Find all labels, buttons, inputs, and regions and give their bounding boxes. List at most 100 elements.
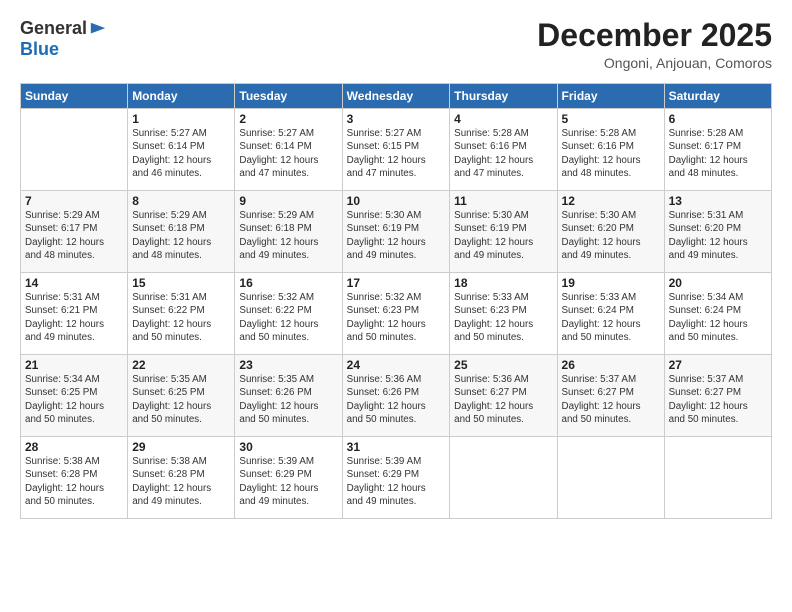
weekday-header-tuesday: Tuesday — [235, 84, 342, 109]
calendar-cell: 14Sunrise: 5:31 AM Sunset: 6:21 PM Dayli… — [21, 273, 128, 355]
day-number: 17 — [347, 276, 446, 290]
logo: General Blue — [20, 18, 107, 60]
calendar-week-row: 21Sunrise: 5:34 AM Sunset: 6:25 PM Dayli… — [21, 355, 772, 437]
day-number: 13 — [669, 194, 767, 208]
calendar-cell: 17Sunrise: 5:32 AM Sunset: 6:23 PM Dayli… — [342, 273, 450, 355]
day-number: 3 — [347, 112, 446, 126]
day-info: Sunrise: 5:39 AM Sunset: 6:29 PM Dayligh… — [239, 455, 337, 508]
day-info: Sunrise: 5:30 AM Sunset: 6:19 PM Dayligh… — [454, 209, 552, 262]
weekday-header-sunday: Sunday — [21, 84, 128, 109]
day-number: 6 — [669, 112, 767, 126]
day-number: 31 — [347, 440, 446, 454]
calendar-week-row: 7Sunrise: 5:29 AM Sunset: 6:17 PM Daylig… — [21, 191, 772, 273]
day-info: Sunrise: 5:28 AM Sunset: 6:16 PM Dayligh… — [562, 127, 660, 180]
calendar-cell: 18Sunrise: 5:33 AM Sunset: 6:23 PM Dayli… — [450, 273, 557, 355]
day-number: 2 — [239, 112, 337, 126]
day-info: Sunrise: 5:39 AM Sunset: 6:29 PM Dayligh… — [347, 455, 446, 508]
day-number: 12 — [562, 194, 660, 208]
calendar-week-row: 14Sunrise: 5:31 AM Sunset: 6:21 PM Dayli… — [21, 273, 772, 355]
calendar-header: SundayMondayTuesdayWednesdayThursdayFrid… — [21, 84, 772, 109]
calendar-table: SundayMondayTuesdayWednesdayThursdayFrid… — [20, 83, 772, 519]
day-info: Sunrise: 5:33 AM Sunset: 6:23 PM Dayligh… — [454, 291, 552, 344]
calendar-cell: 24Sunrise: 5:36 AM Sunset: 6:26 PM Dayli… — [342, 355, 450, 437]
day-number: 5 — [562, 112, 660, 126]
calendar-cell: 25Sunrise: 5:36 AM Sunset: 6:27 PM Dayli… — [450, 355, 557, 437]
day-number: 18 — [454, 276, 552, 290]
logo-blue: Blue — [20, 39, 59, 59]
day-number: 22 — [132, 358, 230, 372]
month-title: December 2025 — [537, 18, 772, 53]
calendar-cell: 6Sunrise: 5:28 AM Sunset: 6:17 PM Daylig… — [664, 109, 771, 191]
day-info: Sunrise: 5:27 AM Sunset: 6:15 PM Dayligh… — [347, 127, 446, 180]
day-number: 16 — [239, 276, 337, 290]
day-info: Sunrise: 5:29 AM Sunset: 6:18 PM Dayligh… — [132, 209, 230, 262]
day-info: Sunrise: 5:31 AM Sunset: 6:20 PM Dayligh… — [669, 209, 767, 262]
day-info: Sunrise: 5:29 AM Sunset: 6:17 PM Dayligh… — [25, 209, 123, 262]
weekday-header-thursday: Thursday — [450, 84, 557, 109]
day-info: Sunrise: 5:32 AM Sunset: 6:22 PM Dayligh… — [239, 291, 337, 344]
weekday-header-monday: Monday — [128, 84, 235, 109]
day-info: Sunrise: 5:36 AM Sunset: 6:26 PM Dayligh… — [347, 373, 446, 426]
weekday-header-saturday: Saturday — [664, 84, 771, 109]
day-info: Sunrise: 5:38 AM Sunset: 6:28 PM Dayligh… — [132, 455, 230, 508]
day-info: Sunrise: 5:31 AM Sunset: 6:22 PM Dayligh… — [132, 291, 230, 344]
day-number: 21 — [25, 358, 123, 372]
day-info: Sunrise: 5:35 AM Sunset: 6:25 PM Dayligh… — [132, 373, 230, 426]
calendar-cell: 28Sunrise: 5:38 AM Sunset: 6:28 PM Dayli… — [21, 437, 128, 519]
calendar-cell: 22Sunrise: 5:35 AM Sunset: 6:25 PM Dayli… — [128, 355, 235, 437]
day-number: 7 — [25, 194, 123, 208]
day-info: Sunrise: 5:34 AM Sunset: 6:25 PM Dayligh… — [25, 373, 123, 426]
day-number: 4 — [454, 112, 552, 126]
calendar-cell: 16Sunrise: 5:32 AM Sunset: 6:22 PM Dayli… — [235, 273, 342, 355]
day-info: Sunrise: 5:32 AM Sunset: 6:23 PM Dayligh… — [347, 291, 446, 344]
calendar-cell: 29Sunrise: 5:38 AM Sunset: 6:28 PM Dayli… — [128, 437, 235, 519]
day-number: 1 — [132, 112, 230, 126]
calendar-week-row: 28Sunrise: 5:38 AM Sunset: 6:28 PM Dayli… — [21, 437, 772, 519]
day-number: 25 — [454, 358, 552, 372]
page: General Blue December 2025 Ongoni, Anjou… — [0, 0, 792, 612]
weekday-header-wednesday: Wednesday — [342, 84, 450, 109]
calendar-cell: 2Sunrise: 5:27 AM Sunset: 6:14 PM Daylig… — [235, 109, 342, 191]
title-block: December 2025 Ongoni, Anjouan, Comoros — [537, 18, 772, 71]
day-number: 20 — [669, 276, 767, 290]
day-info: Sunrise: 5:30 AM Sunset: 6:19 PM Dayligh… — [347, 209, 446, 262]
location-subtitle: Ongoni, Anjouan, Comoros — [537, 55, 772, 71]
day-number: 14 — [25, 276, 123, 290]
calendar-week-row: 1Sunrise: 5:27 AM Sunset: 6:14 PM Daylig… — [21, 109, 772, 191]
calendar-cell: 15Sunrise: 5:31 AM Sunset: 6:22 PM Dayli… — [128, 273, 235, 355]
calendar-cell: 9Sunrise: 5:29 AM Sunset: 6:18 PM Daylig… — [235, 191, 342, 273]
weekday-header-friday: Friday — [557, 84, 664, 109]
day-number: 27 — [669, 358, 767, 372]
calendar-cell: 13Sunrise: 5:31 AM Sunset: 6:20 PM Dayli… — [664, 191, 771, 273]
day-info: Sunrise: 5:36 AM Sunset: 6:27 PM Dayligh… — [454, 373, 552, 426]
day-number: 30 — [239, 440, 337, 454]
day-number: 29 — [132, 440, 230, 454]
day-number: 24 — [347, 358, 446, 372]
weekday-header-row: SundayMondayTuesdayWednesdayThursdayFrid… — [21, 84, 772, 109]
calendar-cell — [664, 437, 771, 519]
calendar-cell: 19Sunrise: 5:33 AM Sunset: 6:24 PM Dayli… — [557, 273, 664, 355]
day-info: Sunrise: 5:37 AM Sunset: 6:27 PM Dayligh… — [562, 373, 660, 426]
day-info: Sunrise: 5:28 AM Sunset: 6:17 PM Dayligh… — [669, 127, 767, 180]
day-info: Sunrise: 5:27 AM Sunset: 6:14 PM Dayligh… — [239, 127, 337, 180]
day-number: 8 — [132, 194, 230, 208]
day-number: 28 — [25, 440, 123, 454]
day-info: Sunrise: 5:27 AM Sunset: 6:14 PM Dayligh… — [132, 127, 230, 180]
calendar-cell — [21, 109, 128, 191]
day-info: Sunrise: 5:28 AM Sunset: 6:16 PM Dayligh… — [454, 127, 552, 180]
logo-general: General — [20, 18, 87, 39]
day-info: Sunrise: 5:33 AM Sunset: 6:24 PM Dayligh… — [562, 291, 660, 344]
calendar-cell: 21Sunrise: 5:34 AM Sunset: 6:25 PM Dayli… — [21, 355, 128, 437]
day-number: 15 — [132, 276, 230, 290]
calendar-cell: 8Sunrise: 5:29 AM Sunset: 6:18 PM Daylig… — [128, 191, 235, 273]
calendar-cell: 26Sunrise: 5:37 AM Sunset: 6:27 PM Dayli… — [557, 355, 664, 437]
day-info: Sunrise: 5:34 AM Sunset: 6:24 PM Dayligh… — [669, 291, 767, 344]
calendar-cell — [557, 437, 664, 519]
calendar-cell: 7Sunrise: 5:29 AM Sunset: 6:17 PM Daylig… — [21, 191, 128, 273]
day-info: Sunrise: 5:37 AM Sunset: 6:27 PM Dayligh… — [669, 373, 767, 426]
logo-blue-text: Blue — [20, 39, 59, 60]
day-number: 10 — [347, 194, 446, 208]
calendar-cell: 5Sunrise: 5:28 AM Sunset: 6:16 PM Daylig… — [557, 109, 664, 191]
calendar-cell: 20Sunrise: 5:34 AM Sunset: 6:24 PM Dayli… — [664, 273, 771, 355]
day-info: Sunrise: 5:38 AM Sunset: 6:28 PM Dayligh… — [25, 455, 123, 508]
